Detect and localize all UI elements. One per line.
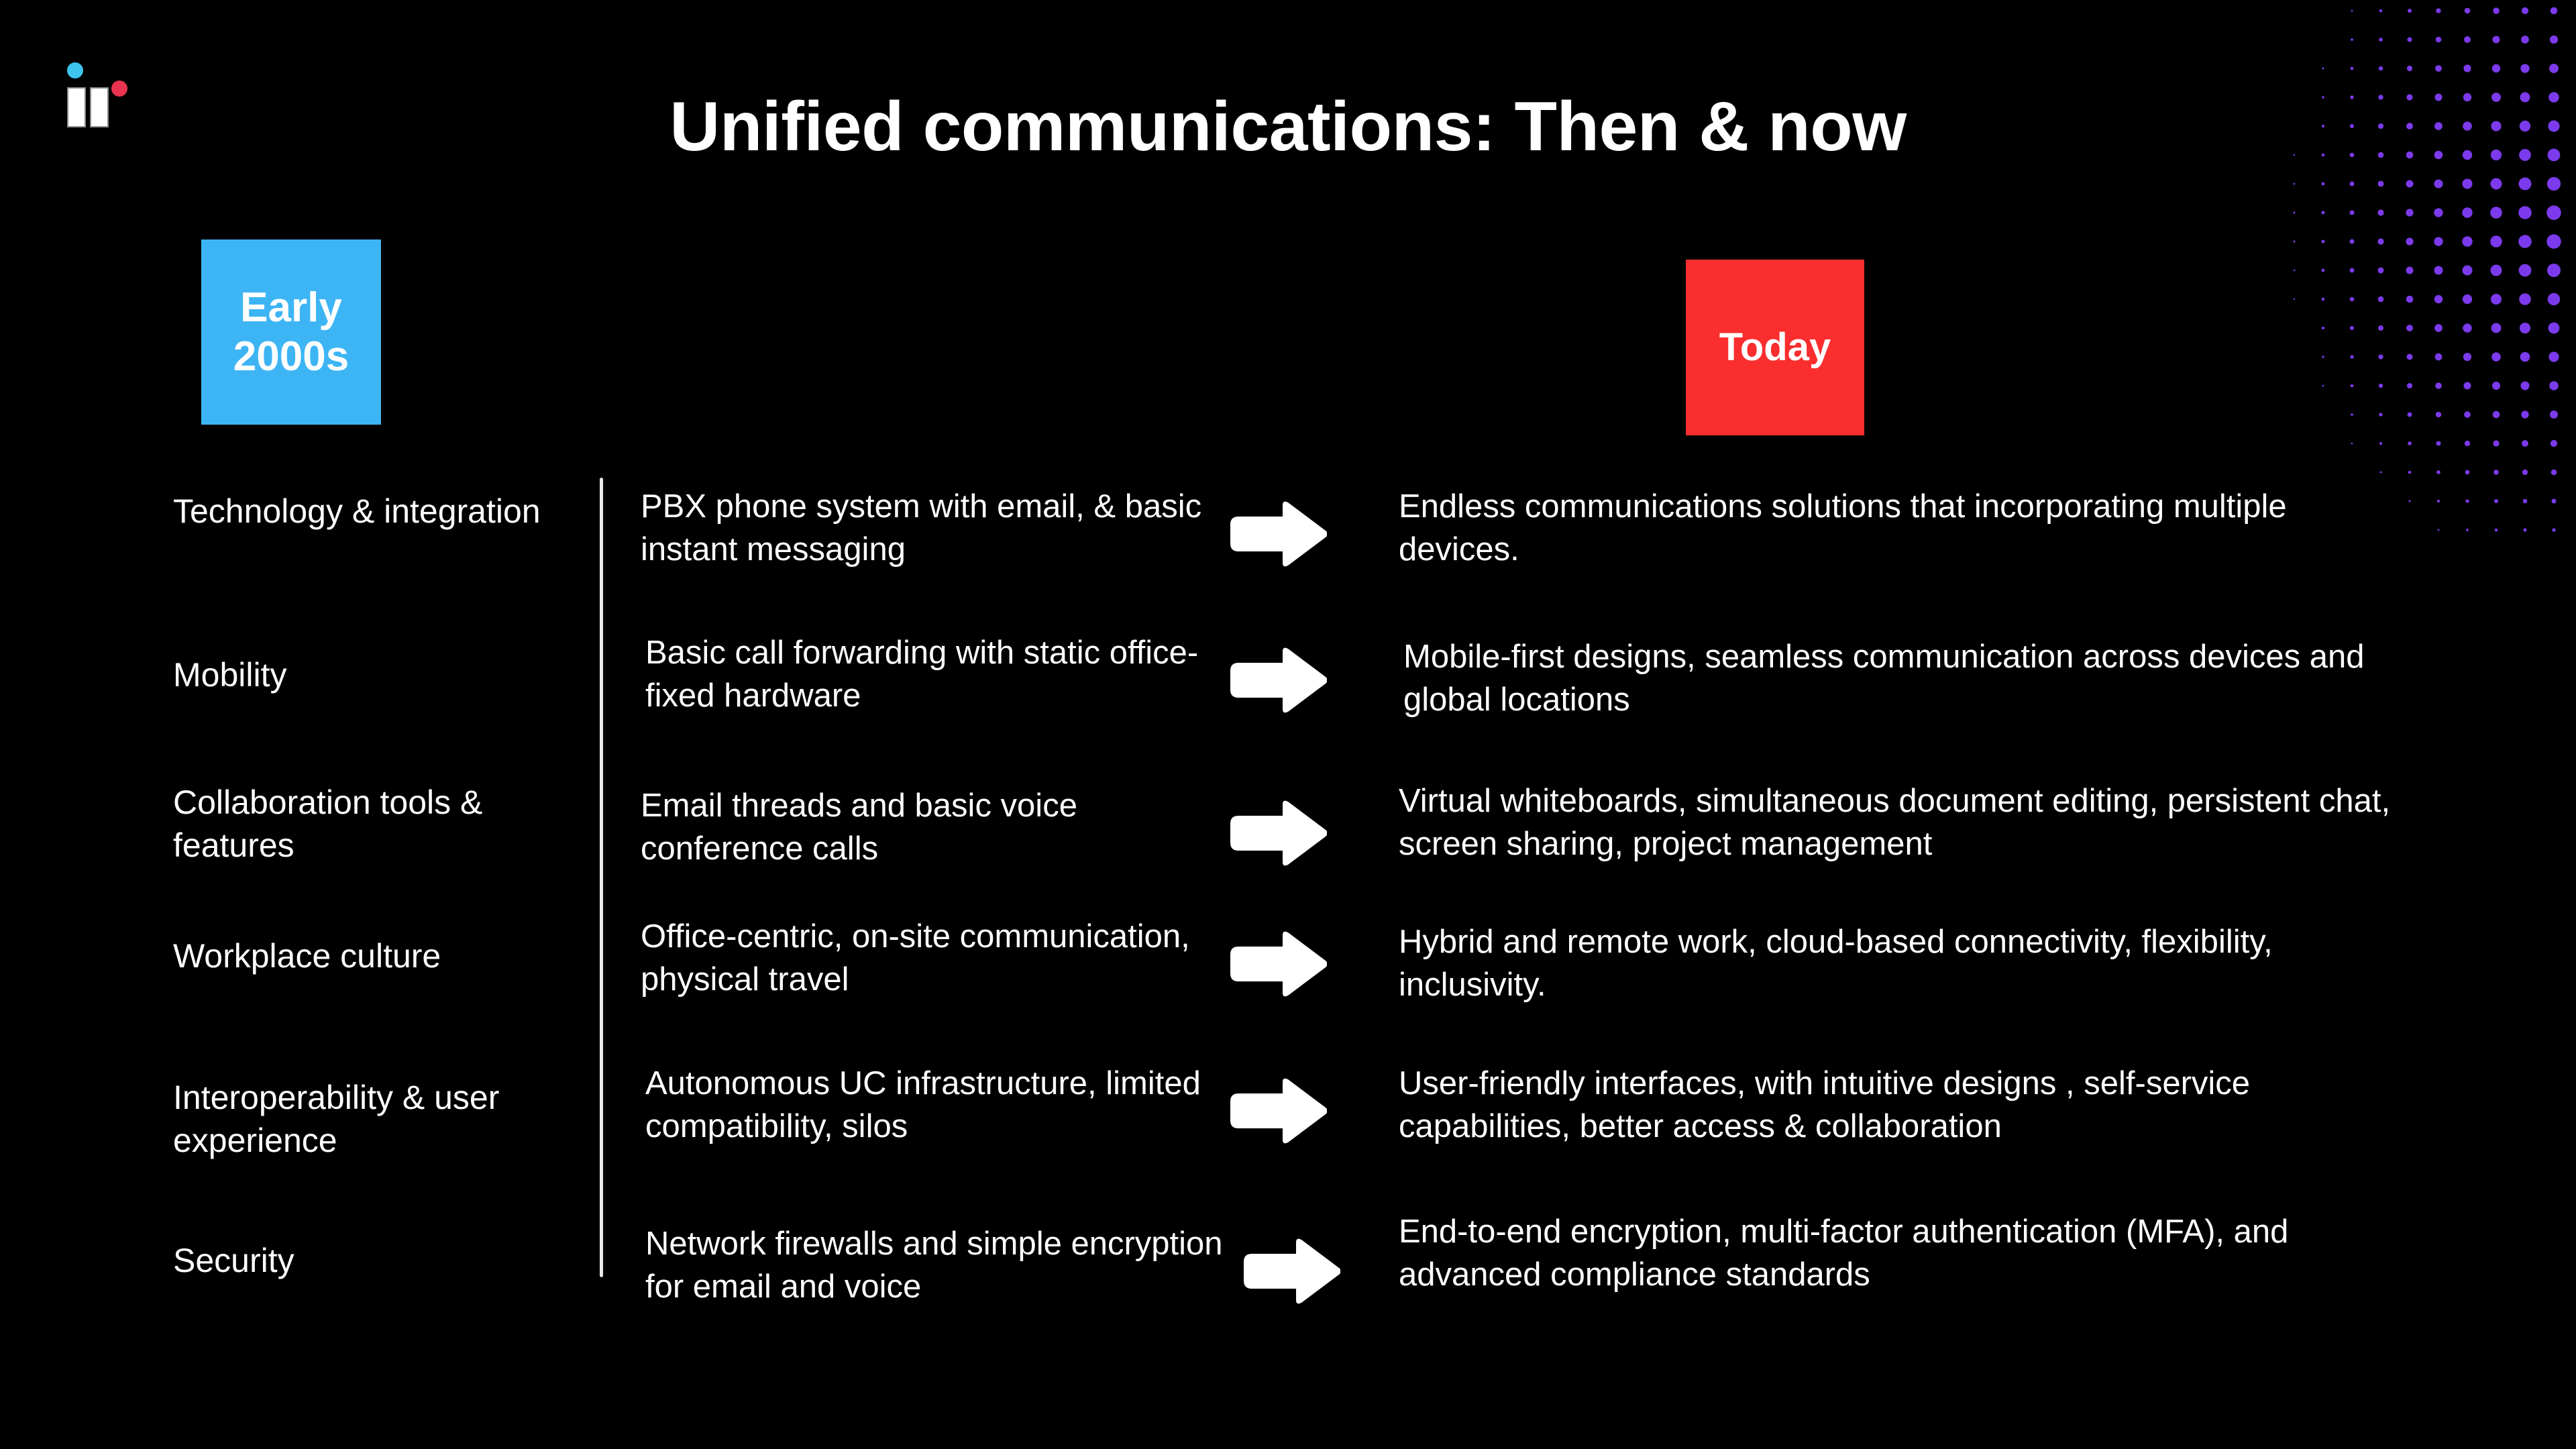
comparison-rows: Technology & integration PBX phone syste… [0, 0, 2576, 1449]
row-now-text: End-to-end encryption, multi-factor auth… [1399, 1214, 2289, 1293]
row-then-text: Autonomous UC infrastructure, limited co… [645, 1065, 1201, 1144]
row-now-text: Hybrid and remote work, cloud-based conn… [1399, 924, 2273, 1003]
row-category-label: Collaboration tools & features [173, 784, 483, 864]
right-arrow-icon [1230, 1078, 1327, 1144]
row-now-text: Virtual whiteboards, simultaneous docume… [1399, 783, 2391, 862]
right-arrow-icon [1230, 501, 1327, 567]
row-now-text: Mobile-first designs, seamless communica… [1403, 639, 2365, 718]
right-arrow-icon [1230, 931, 1327, 997]
row-then-text: Email threads and basic voice conference… [641, 788, 1077, 867]
row-then-text: PBX phone system with email, & basic ins… [641, 488, 1202, 568]
row-then-text: Office-centric, on-site communication, p… [641, 918, 1190, 998]
right-arrow-icon [1230, 647, 1327, 713]
row-now-text: User-friendly interfaces, with intuitive… [1399, 1065, 2251, 1144]
right-arrow-icon [1230, 800, 1327, 866]
slide-canvas: Unified communications: Then & now Early… [0, 0, 2576, 1449]
row-now-text: Endless communications solutions that in… [1399, 488, 2287, 568]
row-then-text: Network firewalls and simple encryption … [645, 1226, 1223, 1305]
right-arrow-icon [1244, 1238, 1340, 1304]
row-category-label: Mobility [173, 656, 287, 694]
row-category-label: Security [173, 1242, 294, 1279]
row-category-label: Technology & integration [173, 492, 541, 530]
row-category-label: Interoperability & user experience [173, 1079, 500, 1159]
row-category-label: Workplace culture [173, 937, 441, 975]
row-then-text: Basic call forwarding with static office… [645, 635, 1199, 714]
